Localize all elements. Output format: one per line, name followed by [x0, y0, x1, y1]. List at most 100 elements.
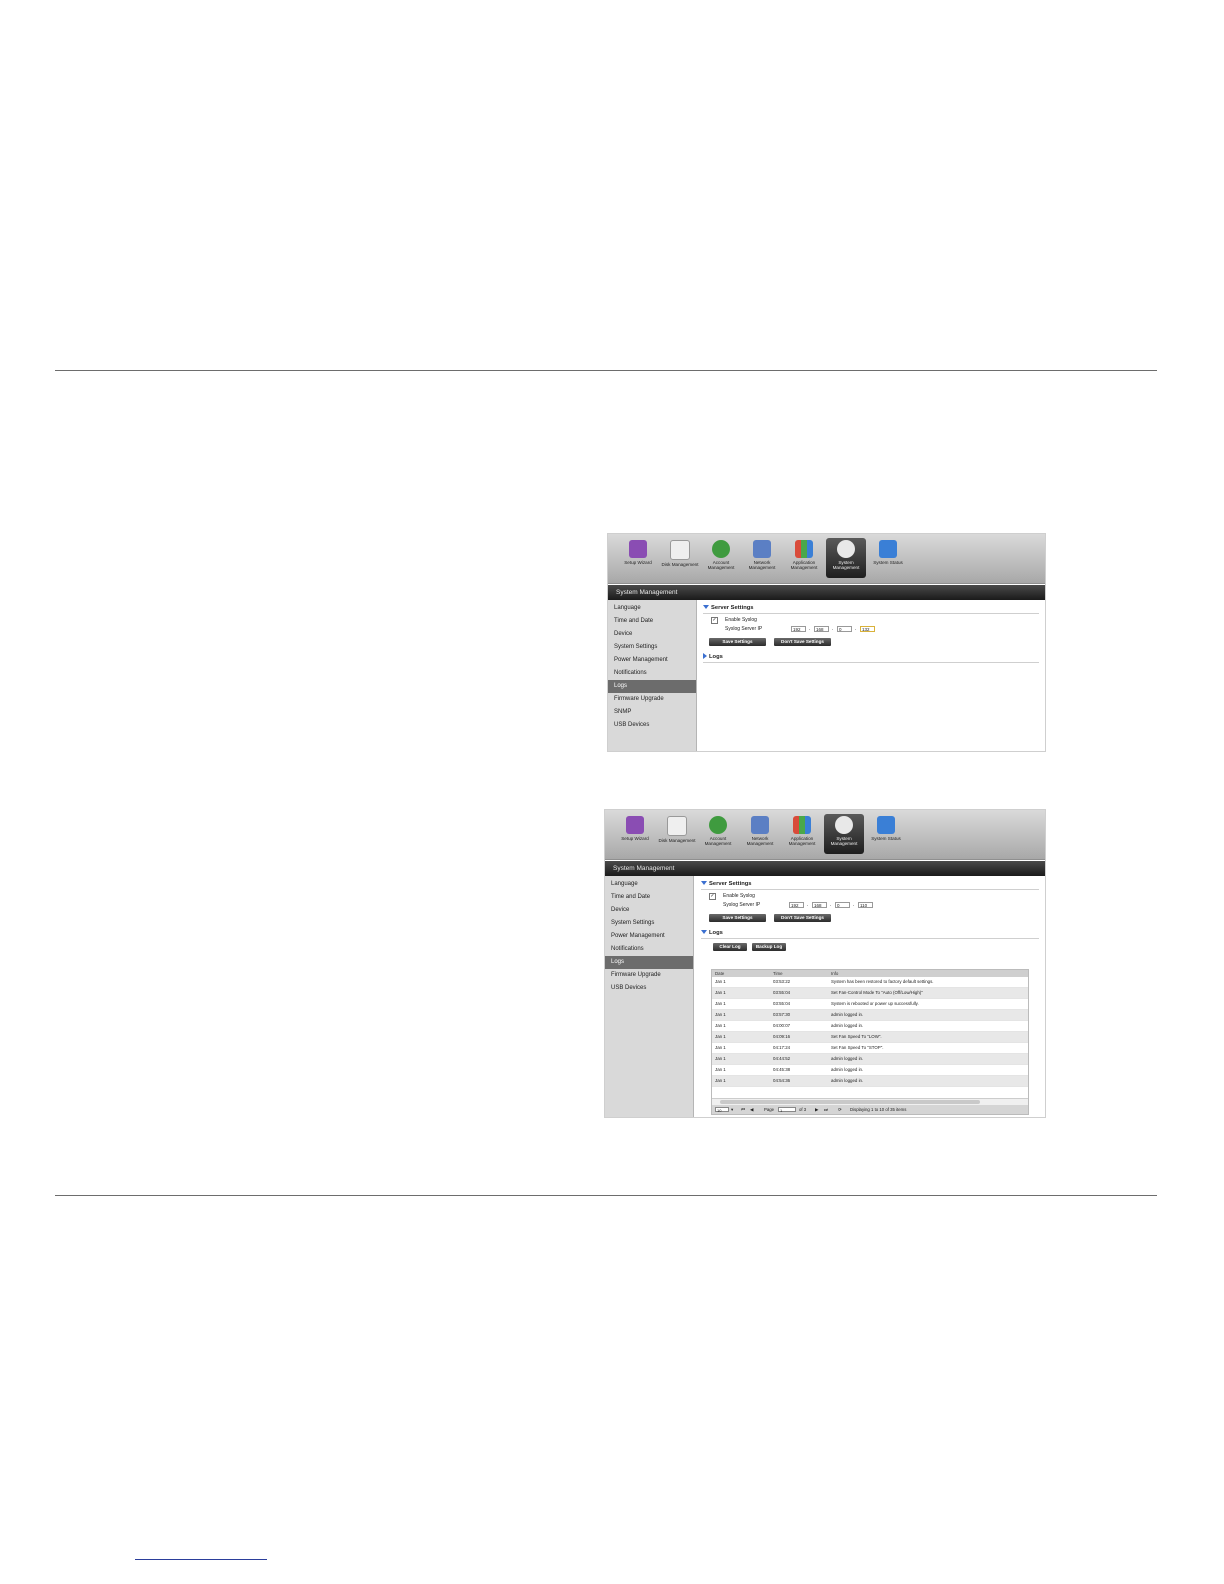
sidebar-item-firmware-upgrade[interactable]: Firmware Upgrade [605, 969, 693, 982]
ip-octet-1-input[interactable]: 192 [789, 902, 804, 908]
pager-bar: 10 ▾ ⏮ ◀ Page 1 of 3 ▶ ⏭ ⟳ Displaying 1 … [712, 1105, 1028, 1114]
table-row[interactable]: Jan 1 03:55:04 Set Fan-Control Mode To "Au… [712, 988, 1028, 999]
toolbar-system-management[interactable]: System Management [824, 814, 864, 854]
page-label: Page [764, 1107, 775, 1112]
system-gear-icon [835, 816, 853, 834]
toolbar-network-management[interactable]: Network Management [742, 538, 782, 578]
save-settings-button[interactable]: Save Settings [709, 638, 766, 646]
ip-octet-2-input[interactable]: 168 [812, 902, 827, 908]
sidebar-item-logs[interactable]: Logs [608, 680, 696, 693]
dont-save-settings-button[interactable]: Don't Save Settings [774, 638, 831, 646]
next-page-icon[interactable]: ▶ [815, 1105, 818, 1114]
content-area: Server Settings ✓ Enable Syslog Syslog S… [703, 600, 1039, 751]
table-row[interactable]: Jan 1 04:45:38 admin logged in. [712, 1065, 1028, 1076]
ip-octet-2-input[interactable]: 168 [814, 626, 829, 632]
toolbar-application-management[interactable]: Application Management [784, 538, 824, 578]
disk-icon [670, 540, 690, 560]
horizontal-scrollbar[interactable] [712, 1098, 1028, 1105]
ip-octet-4-input[interactable]: 110 [858, 902, 873, 908]
syslog-ip-row: Syslog Server IP 192 . 168 . 0 . 110 [701, 901, 1039, 910]
sidebar-item-system-settings[interactable]: System Settings [605, 917, 693, 930]
table-row[interactable]: Jan 1 04:17:24 Set Fan Speed To "STOP". [712, 1043, 1028, 1054]
ip-octet-3-input[interactable]: 0 [835, 902, 850, 908]
enable-syslog-label: Enable Syslog [725, 617, 757, 623]
toolbar-setup-wizard[interactable]: Setup Wizard [618, 538, 658, 578]
toolbar-account-management[interactable]: Account Management [698, 814, 738, 854]
refresh-icon[interactable]: ⟳ [838, 1105, 842, 1114]
table-row[interactable]: Jan 1 04:09:16 Set Fan Speed To "LOW". [712, 1032, 1028, 1043]
logs-header[interactable]: Logs [703, 652, 1039, 663]
ip-separator: . [832, 626, 834, 632]
logs-header[interactable]: Logs [701, 928, 1039, 939]
sidebar-item-system-settings[interactable]: System Settings [608, 641, 696, 654]
syslog-ip-label: Syslog Server IP [723, 902, 761, 908]
toolbar-system-management[interactable]: System Management [826, 538, 866, 578]
toolbar-setup-wizard[interactable]: Setup Wizard [615, 814, 655, 854]
ip-separator: . [830, 902, 832, 908]
table-row[interactable]: Jan 1 03:55:04 System is rebooted or power… [712, 999, 1028, 1010]
ip-octet-4-input[interactable]: 132 [860, 626, 875, 632]
wizard-icon [629, 540, 647, 558]
main-toolbar: Setup Wizard Disk Management Account Man… [608, 534, 1045, 584]
sidebar-item-firmware-upgrade[interactable]: Firmware Upgrade [608, 693, 696, 706]
enable-syslog-checkbox[interactable]: ✓ [711, 617, 718, 624]
sidebar-item-power-management[interactable]: Power Management [605, 930, 693, 943]
table-row[interactable]: Jan 1 03:57:30 admin logged in. [712, 1010, 1028, 1021]
toolbar-network-management[interactable]: Network Management [740, 814, 780, 854]
sidebar-item-power-management[interactable]: Power Management [608, 654, 696, 667]
enable-syslog-row: ✓ Enable Syslog [703, 616, 1039, 625]
clear-log-button[interactable]: Clear Log [713, 943, 747, 951]
sidebar-item-language[interactable]: Language [608, 602, 696, 615]
per-page-select[interactable]: 10 [715, 1107, 729, 1113]
server-settings-header[interactable]: Server Settings [703, 603, 1039, 614]
scrollbar-thumb[interactable] [720, 1100, 980, 1104]
column-time[interactable]: Time [773, 970, 783, 977]
server-settings-header[interactable]: Server Settings [701, 879, 1039, 890]
log-table: Date Time Info Jan 1 03:53:22 System has b… [711, 969, 1029, 1115]
toolbar-system-status[interactable]: System Status [868, 538, 908, 578]
per-page-dropdown-icon[interactable]: ▾ [731, 1105, 733, 1114]
collapse-arrow-icon [703, 605, 709, 610]
dont-save-settings-button[interactable]: Don't Save Settings [774, 914, 831, 922]
toolbar-system-status[interactable]: System Status [866, 814, 906, 854]
ip-octet-1-input[interactable]: 192 [791, 626, 806, 632]
table-row[interactable]: Jan 1 04:00:07 admin logged in. [712, 1021, 1028, 1032]
column-date[interactable]: Date [715, 970, 724, 977]
table-row[interactable]: Jan 1 04:44:52 admin logged in. [712, 1054, 1028, 1065]
sidebar-item-usb-devices[interactable]: USB Devices [605, 982, 693, 995]
page-number-input[interactable]: 1 [778, 1107, 796, 1113]
network-icon [753, 540, 771, 558]
toolbar-disk-management[interactable]: Disk Management [660, 538, 700, 578]
sidebar-item-time-date[interactable]: Time and Date [605, 891, 693, 904]
column-info[interactable]: Info [831, 970, 838, 977]
sidebar-item-device[interactable]: Device [605, 904, 693, 917]
screenshot-logs-collapsed: Setup Wizard Disk Management Account Man… [607, 533, 1046, 752]
table-row[interactable]: Jan 1 04:54:36 admin logged in. [712, 1076, 1028, 1087]
sidebar-item-device[interactable]: Device [608, 628, 696, 641]
save-settings-button[interactable]: Save Settings [709, 914, 766, 922]
sidebar-item-notifications[interactable]: Notifications [605, 943, 693, 956]
enable-syslog-row: ✓ Enable Syslog [701, 892, 1039, 901]
ip-separator: . [853, 902, 855, 908]
ip-separator: . [855, 626, 857, 632]
prev-page-icon[interactable]: ◀ [750, 1105, 753, 1114]
sidebar-item-usb-devices[interactable]: USB Devices [608, 719, 696, 732]
first-page-icon[interactable]: ⏮ [741, 1105, 745, 1114]
toolbar-disk-management[interactable]: Disk Management [657, 814, 697, 854]
ip-octet-3-input[interactable]: 0 [837, 626, 852, 632]
info-icon [879, 540, 897, 558]
last-page-icon[interactable]: ⏭ [824, 1105, 828, 1114]
table-row[interactable]: Jan 1 03:53:22 System has been restored to… [712, 977, 1028, 988]
collapse-arrow-icon [701, 930, 707, 935]
sidebar: Language Time and Date Device System Set… [605, 876, 694, 1117]
sidebar-item-language[interactable]: Language [605, 878, 693, 891]
backup-log-button[interactable]: Backup Log [752, 943, 786, 951]
ip-separator: . [809, 626, 811, 632]
sidebar-item-time-date[interactable]: Time and Date [608, 615, 696, 628]
sidebar-item-logs[interactable]: Logs [605, 956, 693, 969]
enable-syslog-checkbox[interactable]: ✓ [709, 893, 716, 900]
sidebar-item-snmp[interactable]: SNMP [608, 706, 696, 719]
toolbar-account-management[interactable]: Account Management [701, 538, 741, 578]
sidebar-item-notifications[interactable]: Notifications [608, 667, 696, 680]
toolbar-application-management[interactable]: Application Management [782, 814, 822, 854]
